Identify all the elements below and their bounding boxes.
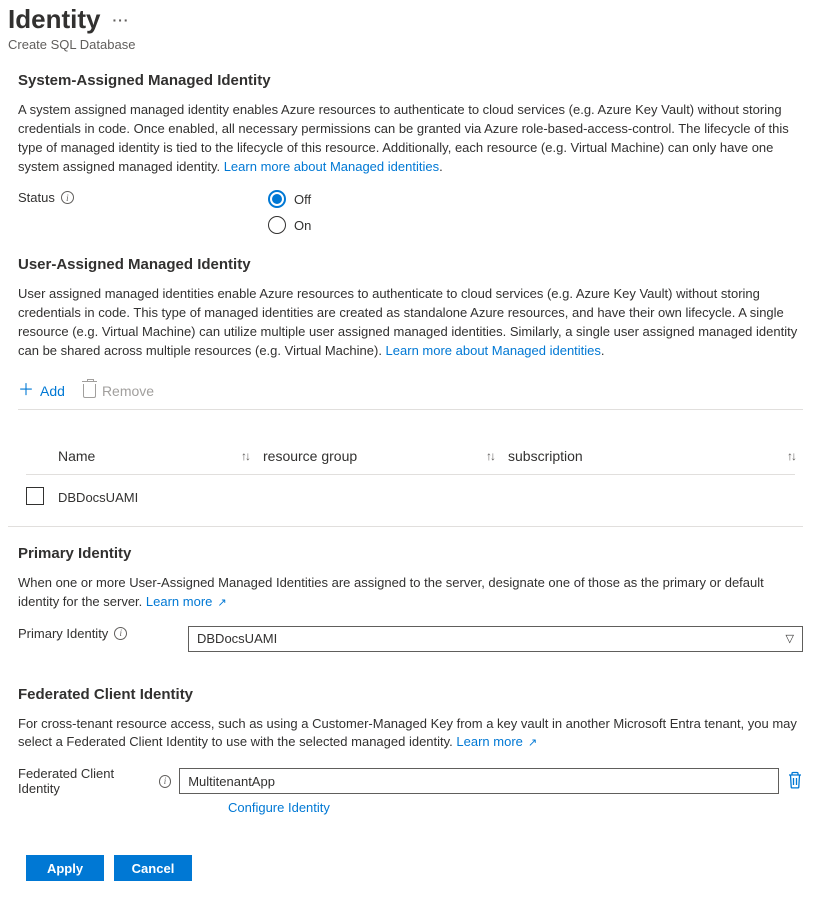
divider (8, 526, 803, 527)
sort-icon: ↑↓ (787, 449, 795, 463)
primary-heading: Primary Identity (18, 545, 803, 562)
col-header-subscription[interactable]: subscription ↑↓ (508, 448, 795, 464)
sami-radio-off[interactable]: Off (268, 190, 803, 208)
info-icon[interactable]: i (61, 191, 74, 204)
uami-table: Name ↑↓ resource group ↑↓ subscription ↑… (26, 440, 795, 520)
configure-identity-link[interactable]: Configure Identity (228, 800, 330, 815)
uami-description: User assigned managed identities enable … (18, 285, 803, 360)
table-row[interactable]: DBDocsUAMI (26, 475, 795, 520)
primary-identity-label: Primary Identity (18, 626, 108, 641)
fci-learn-more-link[interactable]: Learn more ↗ (456, 734, 537, 749)
col-header-resource-group[interactable]: resource group ↑↓ (263, 448, 508, 464)
chevron-down-icon: ▽ (786, 632, 794, 645)
trash-icon (787, 771, 803, 789)
row-name: DBDocsUAMI (58, 490, 263, 505)
uami-toolbar: ＋ Add Remove (18, 375, 803, 410)
primary-learn-more-link[interactable]: Learn more ↗ (146, 594, 227, 609)
fci-heading: Federated Client Identity (18, 686, 803, 703)
add-button[interactable]: ＋ Add (18, 383, 65, 399)
delete-button[interactable] (787, 771, 803, 792)
primary-description: When one or more User-Assigned Managed I… (18, 574, 803, 612)
fci-label: Federated Client Identity (18, 766, 153, 796)
col-header-name[interactable]: Name ↑↓ (58, 448, 263, 464)
info-icon[interactable]: i (114, 627, 127, 640)
sami-description: A system assigned managed identity enabl… (18, 101, 803, 176)
more-icon[interactable]: ··· (112, 12, 129, 28)
remove-button: Remove (83, 383, 154, 399)
sami-status-radio-group: Off On (268, 190, 803, 234)
fci-desc-text: For cross-tenant resource access, such a… (18, 716, 797, 750)
fci-input[interactable] (179, 768, 779, 794)
radio-icon (268, 216, 286, 234)
sort-icon: ↑↓ (241, 449, 249, 463)
sami-heading: System-Assigned Managed Identity (18, 72, 803, 89)
cancel-button[interactable]: Cancel (114, 855, 192, 881)
radio-icon (268, 190, 286, 208)
trash-icon (83, 384, 96, 398)
row-checkbox[interactable] (26, 487, 44, 505)
uami-learn-more-link[interactable]: Learn more about Managed identities (386, 343, 601, 358)
sort-icon: ↑↓ (486, 449, 494, 463)
info-icon[interactable]: i (159, 775, 171, 788)
external-link-icon: ↗ (214, 597, 226, 609)
sami-learn-more-link[interactable]: Learn more about Managed identities (224, 159, 439, 174)
primary-desc-text: When one or more User-Assigned Managed I… (18, 575, 764, 609)
sami-radio-on[interactable]: On (268, 216, 803, 234)
plus-icon: ＋ (18, 383, 34, 399)
sami-status-label: Status (18, 190, 55, 205)
page-title-text: Identity (8, 4, 100, 35)
page-subtitle: Create SQL Database (8, 37, 803, 52)
uami-heading: User-Assigned Managed Identity (18, 256, 803, 273)
external-link-icon: ↗ (525, 737, 537, 749)
page-title: Identity ··· (8, 4, 803, 35)
primary-identity-select[interactable]: DBDocsUAMI ▽ (188, 626, 803, 652)
apply-button[interactable]: Apply (26, 855, 104, 881)
fci-description: For cross-tenant resource access, such a… (18, 715, 803, 753)
